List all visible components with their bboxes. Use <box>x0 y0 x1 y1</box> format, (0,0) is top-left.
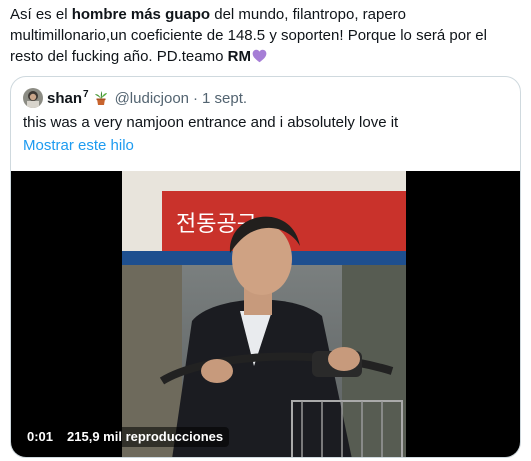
tweet-text-bold: hombre más guapo <box>71 6 211 23</box>
quoted-tweet-card[interactable]: shan7 @ludicjoon · 1 sept. this was a ve… <box>10 76 521 458</box>
potted-plant-icon <box>94 91 107 105</box>
show-thread-link[interactable]: Mostrar este hilo <box>23 136 134 156</box>
tweet-text-pre: Así es el <box>10 6 72 23</box>
video-metadata-overlay: 0:01 215,9 mil reproducciones <box>21 427 230 447</box>
tweet-date[interactable]: 1 sept. <box>202 90 247 107</box>
tweet-text-rm: RM <box>227 48 251 65</box>
video-player[interactable]: 전동공구 0:01 215,9 mil reproducciones <box>11 171 520 457</box>
purple-heart-icon <box>252 49 267 63</box>
author-name-superscript: 7 <box>83 89 89 100</box>
author-name[interactable]: shan7 <box>47 89 89 107</box>
tweet-text: Así es el hombre más guapo del mundo, fi… <box>10 4 520 67</box>
video-timestamp: 0:01 <box>27 429 54 444</box>
view-count: 215,9 mil reproducciones <box>67 429 224 444</box>
video-thumbnail: 전동공구 <box>122 171 406 457</box>
author-handle[interactable]: @ludicjoon <box>115 90 189 107</box>
avatar[interactable] <box>23 88 43 108</box>
separator-dot: · <box>193 89 199 107</box>
quoted-tweet-header: shan7 @ludicjoon · 1 sept. <box>23 88 247 108</box>
quoted-tweet-text: this was a very namjoon entrance and i a… <box>23 114 399 131</box>
